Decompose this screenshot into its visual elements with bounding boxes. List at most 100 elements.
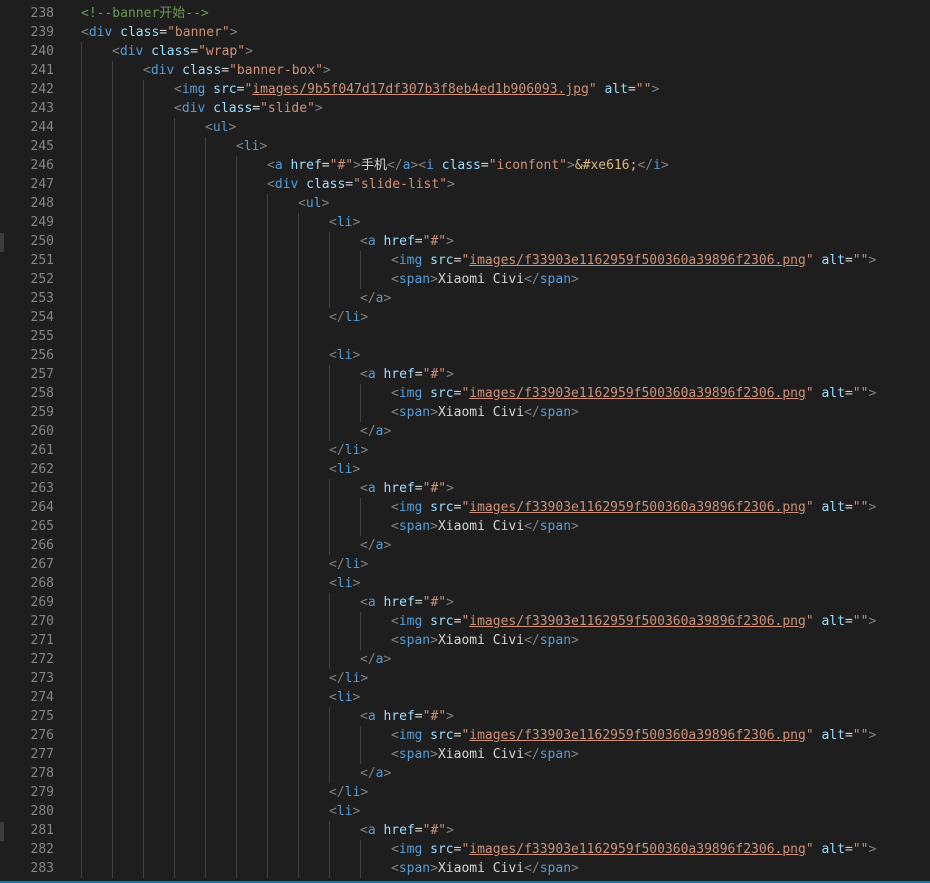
code-token: "#" <box>422 367 447 382</box>
indent-guide <box>174 612 175 631</box>
code-token: </ <box>524 405 540 420</box>
code-line[interactable]: 261 </li> <box>0 441 930 460</box>
code-line[interactable]: 267 </li> <box>0 555 930 574</box>
indent-guide <box>298 650 299 669</box>
line-number: 274 <box>30 690 54 705</box>
indent-guide <box>174 213 175 232</box>
code-line[interactable]: 274 <li> <box>0 688 930 707</box>
code-line[interactable]: 273 </li> <box>0 669 930 688</box>
indent-guide <box>143 232 144 251</box>
line-number: 275 <box>30 709 54 724</box>
code-line[interactable]: 249 <li> <box>0 213 930 232</box>
indent-guide <box>143 650 144 669</box>
code-token: i <box>653 158 661 173</box>
indent-guide <box>236 175 237 194</box>
code-line[interactable]: 280 <li> <box>0 802 930 821</box>
code-token: > <box>430 861 438 876</box>
code-line[interactable]: 268 <li> <box>0 574 930 593</box>
indent-guide <box>329 422 330 441</box>
code-line[interactable]: 270 <img src = "images/f33903e1162959f50036… <box>0 612 930 631</box>
code-line[interactable]: 269 <a href="#"> <box>0 593 930 612</box>
code-token: span <box>398 633 431 648</box>
code-line[interactable]: 255 <box>0 327 930 346</box>
indent-guide <box>267 498 268 517</box>
indent-guide <box>329 536 330 555</box>
code-token: src <box>430 386 454 401</box>
indent-guide <box>112 61 113 80</box>
indent-guide <box>174 441 175 460</box>
indent-guide <box>236 460 237 479</box>
indent-guide <box>205 688 206 707</box>
code-token: > <box>430 747 438 762</box>
indent-guide <box>205 802 206 821</box>
code-line[interactable]: 248 <ul> <box>0 194 930 213</box>
indent-guide <box>236 308 237 327</box>
code-line[interactable]: 253 </a> <box>0 289 930 308</box>
line-number: 260 <box>30 424 54 439</box>
code-line[interactable]: 241 <div class="banner-box"> <box>0 61 930 80</box>
code-line[interactable]: 277 <span>Xiaomi Civi</span> <box>0 745 930 764</box>
code-text: <ul> <box>298 194 329 213</box>
code-line[interactable]: 252 <span>Xiaomi Civi</span> <box>0 270 930 289</box>
code-token: > <box>430 633 438 648</box>
indent-guide <box>205 346 206 365</box>
code-line[interactable]: 256 <li> <box>0 346 930 365</box>
code-line[interactable]: 246 <a href="#">手机</a><i class="iconfont"… <box>0 156 930 175</box>
code-line[interactable]: 242 <img src = "images/9b5f047d17df307b3f8e… <box>0 80 930 99</box>
code-line[interactable]: 238 <!--banner开始--> <box>0 4 930 23</box>
code-line[interactable]: 264 <img src = "images/f33903e1162959f50036… <box>0 498 930 517</box>
indent-guide <box>298 802 299 821</box>
code-text: <li> <box>329 688 360 707</box>
code-token: < <box>329 348 337 363</box>
indent-guide <box>236 251 237 270</box>
indent-guide <box>236 384 237 403</box>
code-token: </ <box>524 861 540 876</box>
code-line[interactable]: 254 </li> <box>0 308 930 327</box>
code-line[interactable]: 244 <ul> <box>0 118 930 137</box>
code-line[interactable]: 283 <span>Xiaomi Civi</span> <box>0 859 930 878</box>
code-line[interactable]: 258 <img src = "images/f33903e1162959f50036… <box>0 384 930 403</box>
indent-guide <box>205 156 206 175</box>
code-token: a <box>367 709 376 724</box>
code-line[interactable]: 245 <li> <box>0 137 930 156</box>
code-line[interactable]: 281 <a href="#"> <box>0 821 930 840</box>
code-line[interactable]: 259 <span>Xiaomi Civi</span> <box>0 403 930 422</box>
code-line[interactable]: 240 <div class="wrap"> <box>0 42 930 61</box>
indent-guide <box>329 650 330 669</box>
indent-guide <box>81 859 82 878</box>
code-line[interactable]: 260 </a> <box>0 422 930 441</box>
code-line[interactable]: 262 <li> <box>0 460 930 479</box>
code-line[interactable]: 266 </a> <box>0 536 930 555</box>
code-line[interactable]: 250 <a href="#"> <box>0 232 930 251</box>
code-line[interactable]: 263 <a href="#"> <box>0 479 930 498</box>
code-line[interactable]: 243 <div class="slide"> <box>0 99 930 118</box>
code-token: >< <box>410 158 427 173</box>
indent-guide <box>143 498 144 517</box>
code-line[interactable]: 247 <div class="slide-list"> <box>0 175 930 194</box>
indent-guide <box>143 327 144 346</box>
indent-guide <box>267 289 268 308</box>
code-token: "" <box>852 728 869 743</box>
code-line[interactable]: 251 <img src = "images/f33903e1162959f50036… <box>0 251 930 270</box>
code-line[interactable]: 265 <span>Xiaomi Civi</span> <box>0 517 930 536</box>
code-line[interactable]: 275 <a href="#"> <box>0 707 930 726</box>
line-number: 266 <box>30 538 54 553</box>
code-line[interactable]: 257 <a href="#"> <box>0 365 930 384</box>
code-line[interactable]: 282 <img src = "images/f33903e1162959f50036… <box>0 840 930 859</box>
code-line[interactable]: 272 </a> <box>0 650 930 669</box>
code-line[interactable]: 271 <span>Xiaomi Civi</span> <box>0 631 930 650</box>
indent-guide <box>267 517 268 536</box>
code-token: "" <box>635 82 652 97</box>
code-token: > <box>571 519 579 534</box>
code-token: "" <box>852 386 869 401</box>
code-editor[interactable]: 238 <!--banner开始--> 239 <div class="banner"… <box>0 0 930 883</box>
indent-guide <box>267 707 268 726</box>
code-line[interactable]: 239 <div class="banner"> <box>0 23 930 42</box>
indent-guide <box>298 707 299 726</box>
code-line[interactable]: 278 </a> <box>0 764 930 783</box>
indent-guide <box>81 460 82 479</box>
code-token: > <box>567 158 575 173</box>
code-line[interactable]: 276 <img src = "images/f33903e1162959f50036… <box>0 726 930 745</box>
indent-guide <box>174 859 175 878</box>
code-line[interactable]: 279 </li> <box>0 783 930 802</box>
